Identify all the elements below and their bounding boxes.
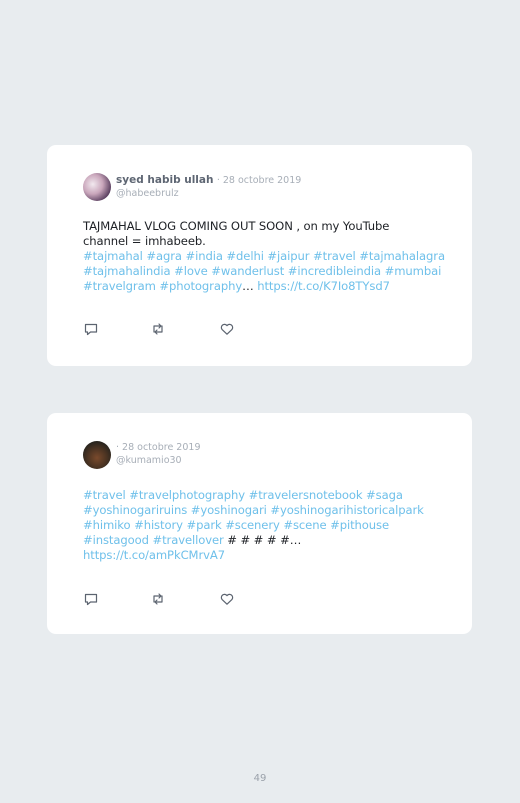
tweet-text-segment: TAJMAHAL VLOG COMING OUT SOON , on my Yo… <box>83 219 390 233</box>
tweet-text-segment: channel = imhabeeb. <box>83 234 206 248</box>
tweet-card: syed habib ullah · 28 octobre 2019 @habe… <box>47 145 472 366</box>
tweet-text: #travel #travelphotography #travelersnot… <box>83 488 453 563</box>
tweet-link[interactable]: #travelgram #photography <box>83 279 242 293</box>
tweet-line: #yoshinogariruins #yoshinogari #yoshinog… <box>83 503 453 518</box>
tweet-header: syed habib ullah · 28 octobre 2019 <box>116 174 301 186</box>
avatar[interactable] <box>83 441 111 469</box>
retweet-icon[interactable] <box>150 591 166 607</box>
tweet-line: #travel #travelphotography #travelersnot… <box>83 488 453 503</box>
tweet-date: · 28 octobre 2019 <box>116 442 201 453</box>
tweet-card: · 28 octobre 2019 @kumamio30 #travel #tr… <box>47 413 472 634</box>
tweet-link[interactable]: #yoshinogariruins #yoshinogari #yoshinog… <box>83 503 424 517</box>
author-handle[interactable]: @habeebrulz <box>116 188 179 199</box>
tweet-text-segment: # # # # #… <box>227 533 302 547</box>
tweet-text: TAJMAHAL VLOG COMING OUT SOON , on my Yo… <box>83 219 453 294</box>
avatar[interactable] <box>83 173 111 201</box>
tweet-line: #tajmahal #agra #india #delhi #jaipur #t… <box>83 249 453 264</box>
tweet-date: · 28 octobre 2019 <box>216 175 302 186</box>
tweet-link[interactable]: #tajmahal #agra #india #delhi #jaipur #t… <box>83 249 445 263</box>
tweet-header: · 28 octobre 2019 <box>116 441 201 453</box>
tweet-line: #tajmahalindia #love #wanderlust #incred… <box>83 264 453 279</box>
tweet-link[interactable]: #travel #travelphotography #travelersnot… <box>83 488 403 502</box>
tweet-line: #himiko #history #park #scenery #scene #… <box>83 518 453 533</box>
tweet-actions <box>83 591 253 607</box>
tweet-link[interactable]: https://t.co/K7Io8TYsd7 <box>257 279 390 293</box>
reply-icon[interactable] <box>83 321 99 337</box>
tweet-line: #instagood #travellover # # # # #… <box>83 533 453 548</box>
tweet-link[interactable]: #instagood #travellover <box>83 533 227 547</box>
tweet-link[interactable]: #tajmahalindia #love #wanderlust #incred… <box>83 264 441 278</box>
tweet-actions <box>83 321 253 337</box>
tweet-link[interactable]: https://t.co/amPkCMrvA7 <box>83 548 225 562</box>
page-number: 49 <box>253 773 267 784</box>
author-name[interactable]: syed habib ullah <box>116 174 213 186</box>
tweet-link[interactable]: #himiko #history #park #scenery #scene #… <box>83 518 389 532</box>
tweet-text-segment: … <box>242 279 258 293</box>
like-icon[interactable] <box>219 321 235 337</box>
tweet-line: channel = imhabeeb. <box>83 234 453 249</box>
tweet-line: https://t.co/amPkCMrvA7 <box>83 548 453 563</box>
author-handle[interactable]: @kumamio30 <box>116 455 182 466</box>
tweet-line: TAJMAHAL VLOG COMING OUT SOON , on my Yo… <box>83 219 453 234</box>
retweet-icon[interactable] <box>150 321 166 337</box>
tweet-line: #travelgram #photography… https://t.co/K… <box>83 279 453 294</box>
like-icon[interactable] <box>219 591 235 607</box>
reply-icon[interactable] <box>83 591 99 607</box>
